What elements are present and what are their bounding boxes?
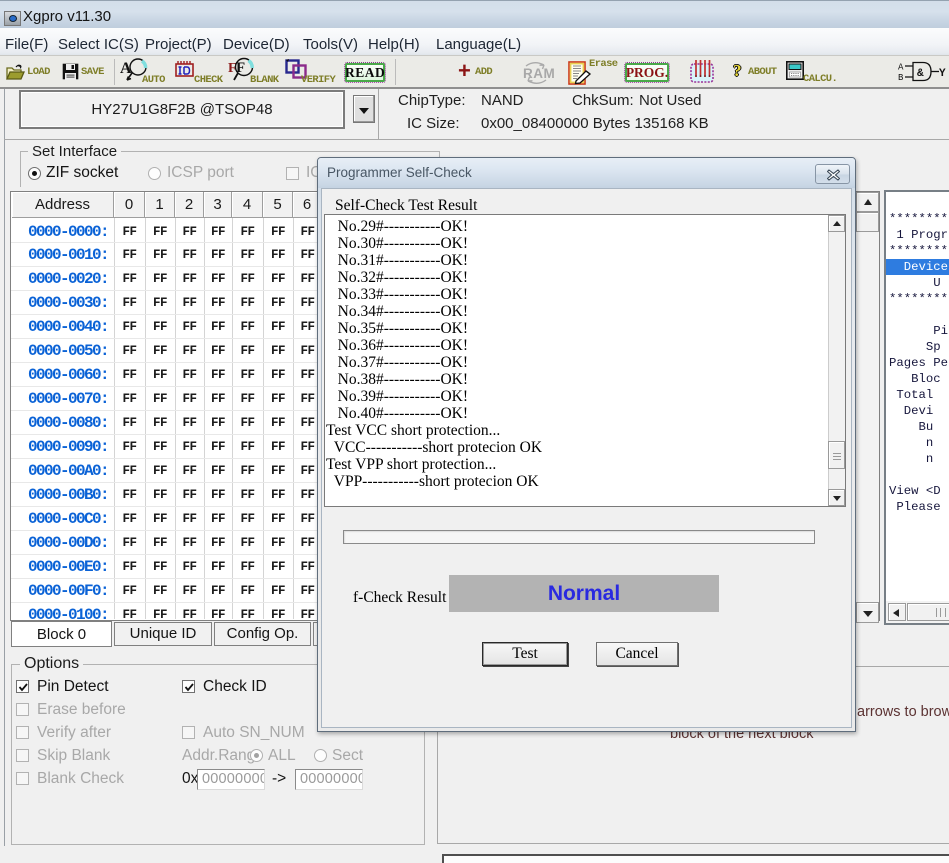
svg-text:B: B bbox=[898, 73, 904, 83]
svg-text:&: & bbox=[917, 68, 924, 80]
svg-text:A: A bbox=[898, 63, 904, 73]
svg-text:Y: Y bbox=[939, 68, 946, 80]
